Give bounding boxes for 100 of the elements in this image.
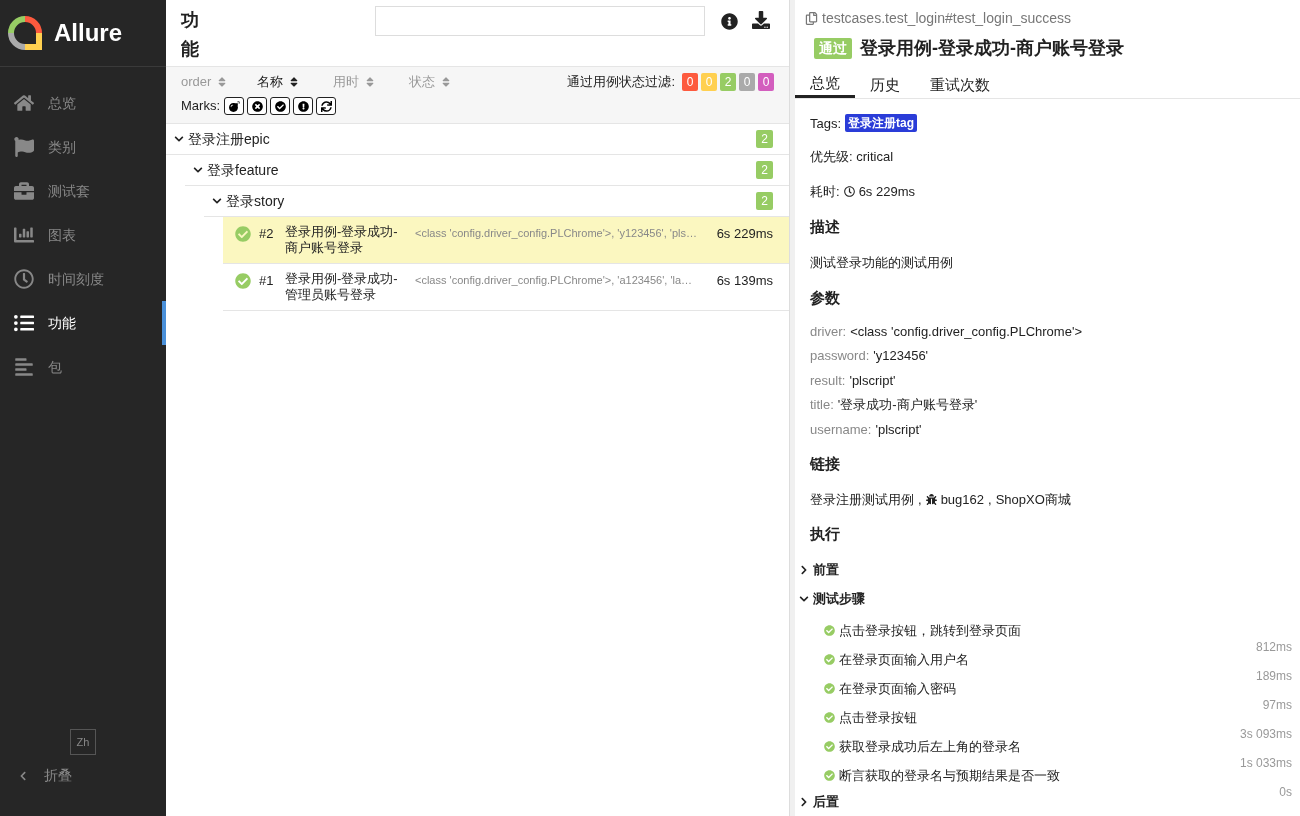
test-name: 登录用例-登录成功-商户账号登录 (285, 224, 399, 256)
section-toggle[interactable]: 前置 (799, 555, 839, 585)
step-duration: 1s 033ms (1239, 755, 1292, 772)
link[interactable]: 登录注册测试用例 (810, 489, 914, 509)
chevron-left-icon (18, 770, 28, 781)
logo-icon (8, 16, 42, 50)
parameter-name: password: (810, 347, 870, 365)
passed-icon (274, 100, 286, 112)
tab[interactable]: 历史 (855, 72, 915, 98)
full-name: testcases.test_login#test_login_success (822, 9, 1072, 28)
test-duration: 6s 139ms (716, 272, 773, 290)
duration-label: 耗时: (810, 182, 840, 201)
step-name: 在登录页面输入用户名 (839, 650, 969, 669)
collapse-button[interactable]: 折叠 (0, 765, 72, 786)
tree-group[interactable]: 登录注册epic (166, 128, 757, 150)
page-title: 功能 (181, 9, 199, 61)
passed-icon (824, 711, 835, 723)
description: 测试登录功能的测试用例 (810, 253, 954, 272)
status-badge: 通过 (814, 38, 852, 59)
search-field[interactable] (375, 6, 705, 36)
marks-label: Marks: (181, 97, 220, 116)
section-label: 测试步骤 (813, 590, 865, 609)
step-name: 在登录页面输入密码 (839, 679, 956, 698)
brand-name: Allure (54, 18, 122, 48)
parameter-value: 'plscript' (849, 371, 896, 390)
test-parameters: <class 'config.driver_config.PLChrome'>, 'y123456', 'pls… (415, 226, 698, 241)
section-toggle[interactable]: 后置 (799, 787, 839, 816)
chevron-down-icon[interactable] (193, 165, 203, 175)
group-name: 登录feature (207, 160, 279, 180)
mark-toggle[interactable] (316, 97, 336, 115)
retry-icon (320, 100, 332, 112)
section-heading: 链接 (810, 454, 841, 474)
nav-item[interactable]: 类别 (0, 125, 166, 169)
passed-icon (824, 769, 835, 781)
info-icon[interactable] (721, 13, 738, 30)
step-name: 断言获取的登录名与预期结果是否一致 (839, 766, 1060, 785)
mark-toggle[interactable] (224, 97, 244, 115)
nav-item[interactable]: 图表 (0, 213, 166, 257)
section-toggle[interactable]: 测试步骤 (799, 584, 865, 614)
chevron-down-icon[interactable] (174, 134, 184, 144)
sort-icon (365, 76, 375, 88)
passed-icon (235, 273, 251, 289)
link[interactable]: bug162 (940, 489, 984, 509)
sort-icon (441, 76, 451, 88)
link-separator: , (918, 490, 922, 509)
tree-group[interactable]: 登录story (204, 190, 757, 212)
step-duration: 812ms (1255, 639, 1292, 656)
nav-item[interactable]: 总览 (0, 81, 166, 125)
tag: 登录注册tag (845, 114, 918, 133)
severity: 优先级: critical (810, 148, 895, 166)
bomb-icon (228, 100, 240, 112)
group-name: 登录注册epic (188, 129, 270, 149)
mark-toggle[interactable] (247, 97, 267, 115)
clock-icon (843, 185, 855, 197)
parameter-value: 'plscript' (875, 420, 922, 439)
test-name: 登录用例-登录成功-管理员账号登录 (285, 271, 399, 303)
link-separator: , (988, 490, 992, 509)
test-title: 登录用例-登录成功-商户账号登录 (860, 37, 1124, 60)
test-duration: 6s 229ms (716, 225, 773, 243)
sort-button[interactable]: 名称 (257, 72, 333, 92)
parameter-name: title: (810, 396, 834, 414)
language-button[interactable]: Zh (70, 729, 96, 755)
duration-value: 6s 229ms (858, 182, 915, 201)
parameter-value: '登录成功-商户账号登录' (837, 396, 978, 414)
nav-item[interactable]: 功能 (0, 301, 166, 345)
parameter-value: 'y123456' (873, 347, 929, 365)
nav-item[interactable]: 测试套 (0, 169, 166, 213)
section-heading: 执行 (810, 524, 841, 544)
tab[interactable]: 重试次数 (915, 72, 1005, 98)
tab[interactable]: 总览 (795, 72, 855, 98)
tags-label: Tags: (810, 114, 842, 133)
passed-count: 2 (756, 130, 773, 148)
download-icon[interactable] (752, 11, 770, 29)
chevron-right-icon[interactable] (799, 565, 809, 575)
nav-item[interactable]: 时间刻度 (0, 257, 166, 301)
alert-icon (297, 100, 309, 112)
step-name: 点击登录按钮，跳转到登录页面 (839, 621, 1021, 640)
parameter-name: username: (810, 420, 872, 439)
bug-icon (925, 493, 937, 505)
flag-icon (14, 137, 34, 157)
test-row[interactable]: #2 登录用例-登录成功-商户账号登录 <class 'config.driver_config.PLChrome'>, 'y123456', 'pls… 6s 229ms (223, 217, 789, 264)
passed-icon (824, 653, 835, 665)
step-name: 点击登录按钮 (839, 708, 917, 727)
mark-toggle[interactable] (270, 97, 290, 115)
parameter-name: driver: (810, 322, 847, 341)
chevron-down-icon[interactable] (212, 196, 222, 206)
passed-icon (824, 624, 835, 636)
chevron-down-icon[interactable] (799, 594, 809, 604)
link[interactable]: ShopXO商城 (995, 489, 1071, 509)
mark-toggle[interactable] (293, 97, 313, 115)
passed-count: 2 (756, 161, 773, 179)
chevron-right-icon[interactable] (799, 797, 809, 807)
nav-item[interactable]: 包 (0, 345, 166, 389)
sort-icon (289, 76, 299, 88)
copy-icon[interactable] (805, 12, 818, 25)
list-icon (14, 313, 34, 333)
filter-label: 通过用例状态过滤: (567, 73, 675, 92)
tree-group[interactable]: 登录feature (185, 159, 757, 181)
passed-count: 2 (756, 192, 773, 210)
section-heading: 参数 (810, 288, 841, 308)
